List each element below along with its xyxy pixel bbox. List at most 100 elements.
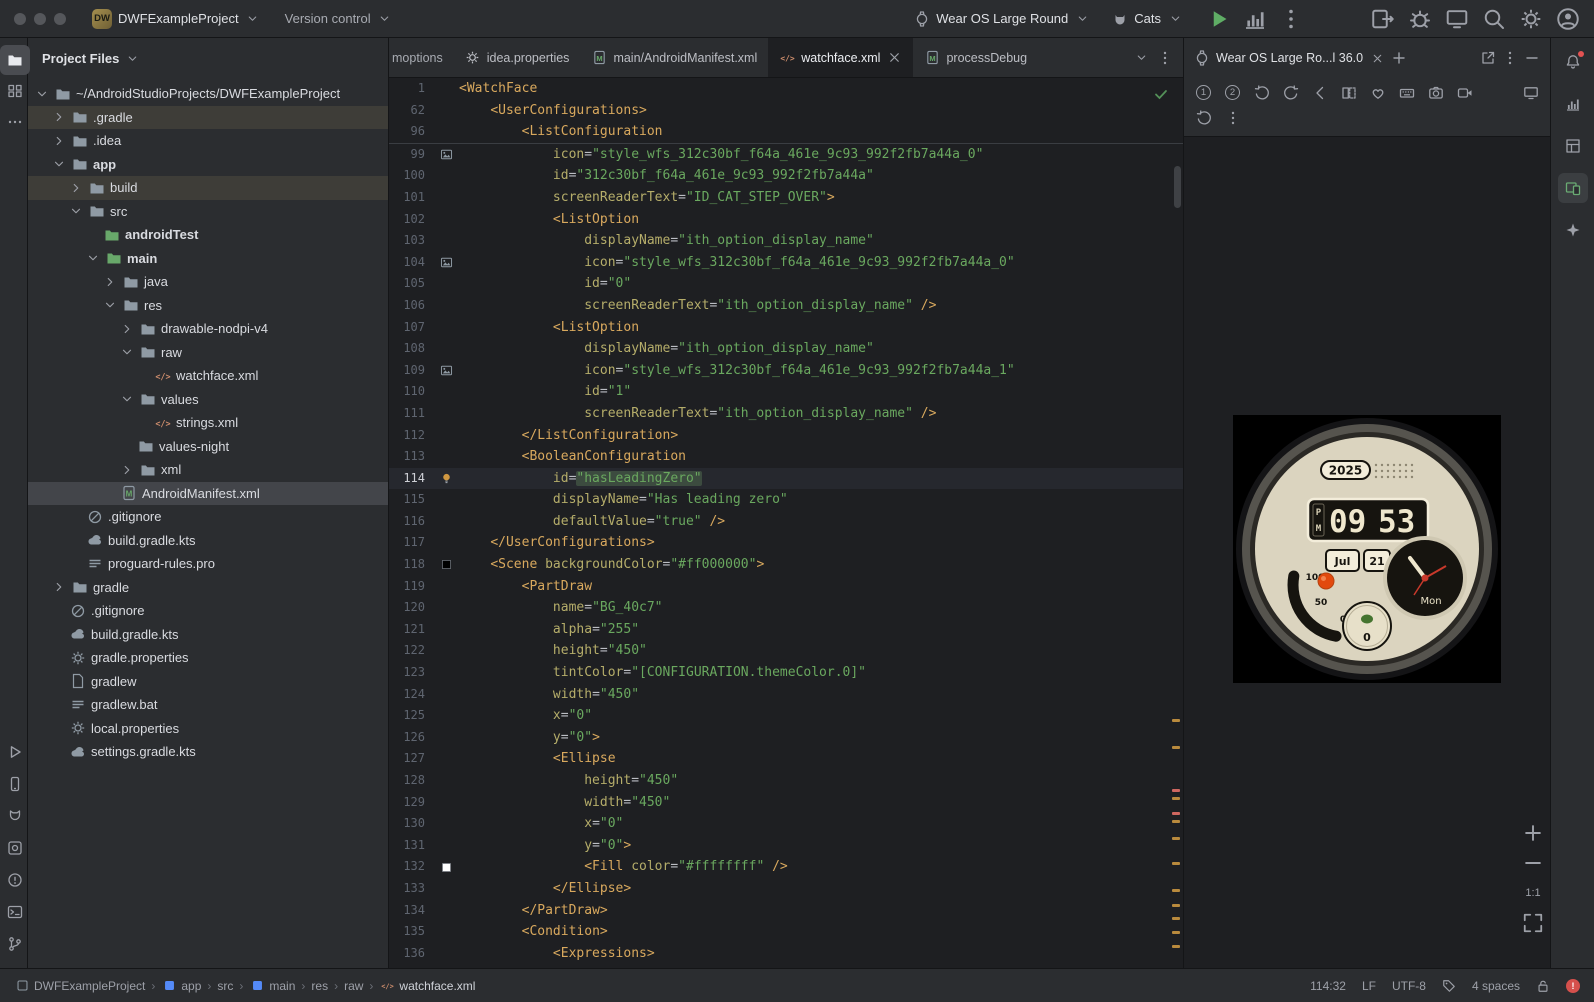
line-number[interactable]: 111 xyxy=(389,403,433,425)
tree-item[interactable]: M AndroidManifest.xml xyxy=(28,481,388,505)
warning-stripe-mark[interactable] xyxy=(1172,945,1180,948)
keyboard-button[interactable] xyxy=(1393,80,1420,105)
line-number[interactable]: 113 xyxy=(389,446,433,468)
tab-options-icon[interactable] xyxy=(1157,50,1173,66)
code-line-96[interactable]: 96 <ListConfiguration xyxy=(389,121,1183,143)
device-mirror-icon[interactable] xyxy=(1371,7,1395,31)
code-line-109[interactable]: 109 icon="style_wfs_312c30bf_f64a_461e_9… xyxy=(389,360,1183,382)
new-device-tab-icon[interactable] xyxy=(1391,50,1407,66)
line-number[interactable]: 106 xyxy=(389,295,433,317)
hide-panel-icon[interactable] xyxy=(1524,50,1540,66)
tree-item[interactable]: values-night xyxy=(28,435,388,459)
search-everywhere-icon[interactable] xyxy=(1482,7,1506,31)
run-config-selector[interactable]: Cats xyxy=(1104,7,1191,31)
code-line-118[interactable]: 118 <Scene backgroundColor="#ff000000"> xyxy=(389,554,1183,576)
line-number[interactable]: 104 xyxy=(389,252,433,274)
error-stripe-mark[interactable] xyxy=(1172,789,1180,792)
warning-stripe-mark[interactable] xyxy=(1172,917,1180,920)
device-panel-more-icon[interactable] xyxy=(1502,50,1518,66)
tree-item[interactable]: build xyxy=(28,176,388,200)
breadcrumb-item[interactable]: res xyxy=(311,979,328,993)
code-line-114[interactable]: 114 id="hasLeadingZero" xyxy=(389,467,1183,490)
open-in-window-icon[interactable] xyxy=(1480,50,1496,66)
code-line-117[interactable]: 117 </UserConfigurations> xyxy=(389,532,1183,554)
code-line-132[interactable]: 132 <Fill color="#ffffffff" /> xyxy=(389,856,1183,878)
problems-button[interactable] xyxy=(0,865,30,895)
breadcrumb-item[interactable]: DWFExampleProject xyxy=(14,978,145,994)
screen-record-button[interactable] xyxy=(1451,80,1478,105)
line-number[interactable]: 114 xyxy=(389,468,433,490)
code-line-131[interactable]: 131 y="0"> xyxy=(389,835,1183,857)
account-icon[interactable] xyxy=(1556,7,1580,31)
tag-widget[interactable] xyxy=(1442,979,1456,993)
button-1-button[interactable]: 1 xyxy=(1190,80,1217,105)
profiler-button[interactable] xyxy=(1243,7,1267,31)
line-number[interactable]: 1 xyxy=(389,78,433,100)
more-tool-windows-button[interactable] xyxy=(0,107,30,137)
run-tool-button[interactable] xyxy=(0,737,30,767)
line-number[interactable]: 126 xyxy=(389,727,433,749)
code-line-134[interactable]: 134 </PartDraw> xyxy=(389,900,1183,922)
line-number[interactable]: 62 xyxy=(389,100,433,122)
drawable-preview-icon[interactable] xyxy=(433,360,459,382)
line-number[interactable]: 119 xyxy=(389,576,433,598)
line-number[interactable]: 99 xyxy=(389,144,433,166)
screenshot-button[interactable] xyxy=(1422,80,1449,105)
tree-item[interactable]: .gitignore xyxy=(28,599,388,623)
code-line-102[interactable]: 102 <ListOption xyxy=(389,209,1183,231)
hidden-tabs-icon[interactable] xyxy=(1133,50,1149,66)
debugger-icon[interactable] xyxy=(1408,7,1432,31)
device-tab-title[interactable]: Wear OS Large Ro...l 36.0 xyxy=(1216,51,1363,65)
code-line-104[interactable]: 104 icon="style_wfs_312c30bf_f64a_461e_9… xyxy=(389,252,1183,274)
cursor-position[interactable]: 114:32 xyxy=(1310,979,1346,993)
line-number[interactable]: 118 xyxy=(389,554,433,576)
code-line-103[interactable]: 103 displayName="ith_option_display_name… xyxy=(389,230,1183,252)
tab-moptions[interactable]: moptions xyxy=(389,38,454,77)
code-line-99[interactable]: 99 icon="style_wfs_312c30bf_f64a_461e_9c… xyxy=(389,144,1183,166)
tree-item[interactable]: </> watchface.xml xyxy=(28,364,388,388)
code-line-113[interactable]: 113 <BooleanConfiguration xyxy=(389,446,1183,468)
drawable-preview-icon[interactable] xyxy=(433,144,459,166)
line-number[interactable]: 129 xyxy=(389,792,433,814)
close-window-button[interactable] xyxy=(14,12,26,25)
line-number[interactable]: 115 xyxy=(389,489,433,511)
intention-bulb-icon[interactable] xyxy=(433,468,459,490)
chevron-icon[interactable] xyxy=(119,462,135,478)
chevron-icon[interactable] xyxy=(68,180,84,196)
tree-item[interactable]: androidTest xyxy=(28,223,388,247)
warning-stripe-mark[interactable] xyxy=(1172,797,1180,800)
line-number[interactable]: 133 xyxy=(389,878,433,900)
line-number[interactable]: 112 xyxy=(389,425,433,447)
code-line-120[interactable]: 120 name="BG_40c7" xyxy=(389,597,1183,619)
code-line-133[interactable]: 133 </Ellipse> xyxy=(389,878,1183,900)
breadcrumb-item[interactable]: app xyxy=(161,978,201,994)
tree-item[interactable]: </> strings.xml xyxy=(28,411,388,435)
device-selector[interactable]: Wear OS Large Round xyxy=(906,7,1098,31)
line-number[interactable]: 124 xyxy=(389,684,433,706)
device-mirror-button[interactable] xyxy=(1517,80,1544,105)
zoom-reset-button[interactable]: 1:1 xyxy=(1522,882,1544,904)
watch-face[interactable]: 2025PM0953Jul21Mon1005000 xyxy=(1233,415,1501,683)
code-line-127[interactable]: 127 <Ellipse xyxy=(389,748,1183,770)
chevron-icon[interactable] xyxy=(34,86,50,102)
code-line-112[interactable]: 112 </ListConfiguration> xyxy=(389,425,1183,447)
line-number[interactable]: 108 xyxy=(389,338,433,360)
version-control-widget[interactable]: Version control xyxy=(277,7,401,31)
indent-widget[interactable]: 4 spaces xyxy=(1472,979,1520,993)
line-number[interactable]: 121 xyxy=(389,619,433,641)
tree-item[interactable]: gradlew xyxy=(28,670,388,694)
fold-button[interactable] xyxy=(1335,80,1362,105)
profiler-tool-button[interactable] xyxy=(1558,89,1588,119)
back-button[interactable] xyxy=(1306,80,1333,105)
heart-rate-button[interactable] xyxy=(1364,80,1391,105)
tree-item[interactable]: .idea xyxy=(28,129,388,153)
code-line-119[interactable]: 119 <PartDraw xyxy=(389,576,1183,598)
warning-stripe-mark[interactable] xyxy=(1172,889,1180,892)
code-line-106[interactable]: 106 screenReaderText="ith_option_display… xyxy=(389,295,1183,317)
chevron-icon[interactable] xyxy=(51,133,67,149)
project-view-selector[interactable]: Project Files xyxy=(42,51,119,66)
code-line-108[interactable]: 108 displayName="ith_option_display_name… xyxy=(389,338,1183,360)
chevron-icon[interactable] xyxy=(51,156,67,172)
layout-inspector-button[interactable] xyxy=(1558,131,1588,161)
warning-stripe-mark[interactable] xyxy=(1172,931,1180,934)
